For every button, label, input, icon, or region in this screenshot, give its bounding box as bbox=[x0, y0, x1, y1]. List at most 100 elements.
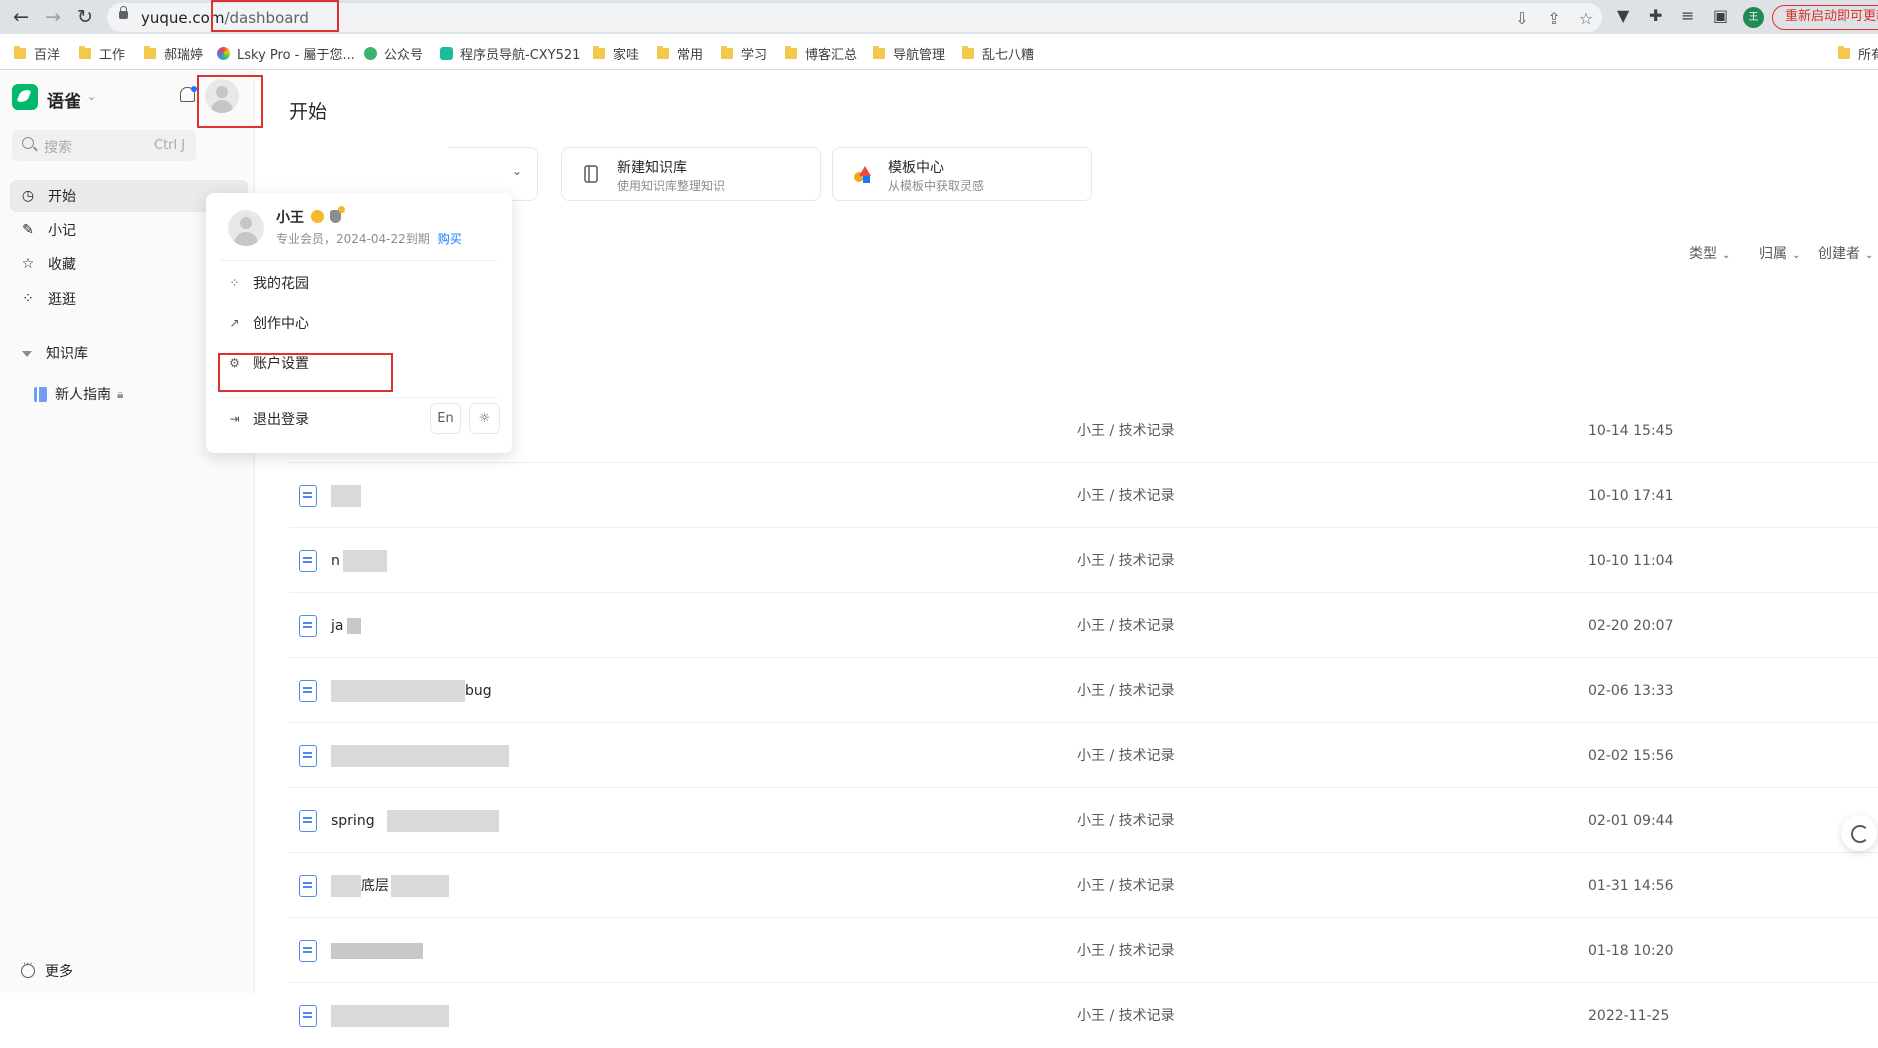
blurred-title bbox=[343, 550, 387, 572]
sidebar-item-label: 开始 bbox=[48, 189, 76, 205]
bookmark-item[interactable]: 导航管理 bbox=[873, 44, 945, 63]
row-title[interactable]: spring bbox=[331, 810, 499, 832]
share-icon[interactable]: ⇪ bbox=[1545, 9, 1563, 28]
forward-arrow-icon[interactable]: → bbox=[42, 6, 64, 28]
row-knowledge-base[interactable]: 小王 / 技术记录 bbox=[1077, 680, 1175, 702]
table-row[interactable]: 小王 / 技术记录 01-18 10:20 bbox=[289, 918, 1878, 983]
menu-item-my-garden[interactable]: ⁘ 我的花园 bbox=[228, 273, 309, 293]
table-row[interactable]: 底层 小王 / 技术记录 01-31 14:56 bbox=[289, 853, 1878, 918]
row-time: 2022-11-25 bbox=[1588, 1008, 1670, 1024]
row-knowledge-base[interactable]: 小王 / 技术记录 bbox=[1077, 810, 1175, 832]
row-knowledge-base[interactable]: 小王 / 技术记录 bbox=[1077, 485, 1175, 507]
chevron-down-icon[interactable]: ⌄ bbox=[512, 164, 522, 178]
row-knowledge-base[interactable]: 小王 / 技术记录 bbox=[1077, 615, 1175, 637]
chevron-down-icon[interactable]: ⌄ bbox=[87, 90, 96, 103]
logout-button[interactable]: ⇥ 退出登录 bbox=[228, 409, 309, 429]
bookmark-item[interactable]: 常用 bbox=[657, 44, 703, 63]
yuque-logo-icon[interactable] bbox=[12, 84, 38, 110]
badge-dot bbox=[338, 206, 345, 213]
filter-creator[interactable]: 创建者 ⌄ bbox=[1818, 243, 1873, 263]
row-knowledge-base[interactable]: 小王 / 技术记录 bbox=[1077, 1005, 1175, 1027]
kb-item-newbie-guide[interactable]: 新人指南 🔒︎ bbox=[34, 384, 123, 404]
row-time: 02-02 15:56 bbox=[1588, 748, 1674, 764]
row-time: 02-06 13:33 bbox=[1588, 683, 1674, 699]
menu-item-creation-center[interactable]: ↗ 创作中心 bbox=[228, 313, 309, 333]
sidebar-item-label: 逛逛 bbox=[48, 292, 76, 308]
search-input[interactable]: 搜索 Ctrl J bbox=[12, 130, 196, 161]
sidepanel-icon[interactable]: ▣ bbox=[1713, 6, 1728, 25]
new-kb-card[interactable]: 新建知识库 使用知识库整理知识 bbox=[561, 147, 821, 201]
table-row[interactable]: spring 小王 / 技术记录 02-01 09:44 bbox=[289, 788, 1878, 853]
table-row[interactable]: 小王 / 技术记录 10-14 15:45 bbox=[289, 398, 1878, 463]
row-title[interactable]: 底层 bbox=[331, 875, 449, 897]
profile-avatar[interactable]: 王 bbox=[1743, 7, 1764, 28]
bookmark-item[interactable]: 学习 bbox=[721, 44, 767, 63]
reload-icon[interactable]: ↻ bbox=[74, 6, 96, 28]
table-row[interactable]: ja 小王 / 技术记录 02-20 20:07 bbox=[289, 593, 1878, 658]
document-icon bbox=[299, 875, 317, 897]
bookmark-item[interactable]: 博客汇总 bbox=[785, 44, 857, 63]
folder-icon bbox=[1838, 46, 1850, 59]
bookmark-item[interactable]: 工作 bbox=[79, 44, 125, 63]
pinwheel-icon bbox=[217, 47, 230, 60]
filter-type[interactable]: 类型 ⌄ bbox=[1689, 243, 1730, 263]
row-title[interactable]: ja bbox=[331, 615, 361, 637]
blurred-title bbox=[331, 745, 509, 767]
buy-link[interactable]: 购买 bbox=[438, 232, 462, 246]
row-time: 10-10 17:41 bbox=[1588, 488, 1674, 504]
row-knowledge-base[interactable]: 小王 / 技术记录 bbox=[1077, 420, 1175, 442]
install-icon[interactable]: ⇩ bbox=[1513, 9, 1531, 28]
folder-icon bbox=[657, 46, 669, 59]
highlight-box-avatar bbox=[197, 75, 263, 128]
sidebar-item-label: 收藏 bbox=[48, 257, 76, 273]
star-icon: ☆ bbox=[21, 256, 35, 272]
c-site-icon bbox=[440, 47, 453, 60]
language-toggle[interactable]: En bbox=[430, 403, 461, 434]
table-row[interactable]: 小王 / 技术记录 02-02 15:56 bbox=[289, 723, 1878, 788]
bookmark-item[interactable]: 所有 bbox=[1838, 44, 1878, 63]
divider bbox=[220, 260, 498, 261]
restart-update-button[interactable]: 重新启动即可更新 bbox=[1772, 5, 1878, 30]
help-chat-button[interactable] bbox=[1841, 815, 1877, 851]
user-name[interactable]: 小王 bbox=[276, 207, 304, 227]
reading-list-icon[interactable]: ≡ bbox=[1681, 6, 1694, 25]
app-name[interactable]: 语雀 bbox=[47, 87, 81, 112]
browser-toolbar: ← → ↻ yuque.com/dashboard ⇩ ⇪ ☆ ▼ ✚ ≡ ▣ … bbox=[0, 0, 1878, 34]
knowledge-base-section[interactable]: 知识库 bbox=[22, 343, 88, 363]
more-button[interactable]: 更多 bbox=[21, 959, 73, 981]
back-arrow-icon[interactable]: ← bbox=[10, 6, 32, 28]
filter-owner[interactable]: 归属 ⌄ bbox=[1759, 243, 1800, 263]
table-row[interactable]: bug 小王 / 技术记录 02-06 13:33 bbox=[289, 658, 1878, 723]
table-row[interactable]: n 小王 / 技术记录 10-10 11:04 bbox=[289, 528, 1878, 593]
lock-icon bbox=[119, 6, 128, 19]
clock-icon: ◷ bbox=[21, 188, 35, 204]
bookmark-item[interactable]: 程序员导航-CXY521 bbox=[440, 44, 580, 63]
blurred-title bbox=[347, 618, 361, 634]
grid-icon: ⁘ bbox=[22, 291, 34, 307]
caret-down-icon bbox=[22, 351, 32, 357]
bookmark-item[interactable]: 郝瑞婷 bbox=[144, 44, 203, 63]
extension-v-icon[interactable]: ▼ bbox=[1617, 6, 1629, 25]
row-knowledge-base[interactable]: 小王 / 技术记录 bbox=[1077, 745, 1175, 767]
bookmark-item[interactable]: 家哇 bbox=[593, 44, 639, 63]
bookmark-item[interactable]: 乱七八糟 bbox=[962, 44, 1034, 63]
blurred-title bbox=[331, 875, 361, 897]
sun-icon[interactable]: ☼ bbox=[469, 403, 500, 434]
bookmark-item[interactable]: 公众号 bbox=[364, 44, 423, 63]
page-title: 开始 bbox=[289, 101, 328, 123]
row-knowledge-base[interactable]: 小王 / 技术记录 bbox=[1077, 940, 1175, 962]
table-row[interactable]: 小王 / 技术记录 10-10 17:41 bbox=[289, 463, 1878, 528]
garden-icon: ⁘ bbox=[229, 276, 240, 290]
row-knowledge-base[interactable]: 小王 / 技术记录 bbox=[1077, 875, 1175, 897]
bookmark-star-icon[interactable]: ☆ bbox=[1577, 9, 1595, 28]
template-center-card[interactable]: 模板中心 从模板中获取灵感 bbox=[832, 147, 1092, 201]
puzzle-icon[interactable]: ✚ bbox=[1649, 6, 1662, 25]
folder-icon bbox=[721, 46, 733, 59]
avatar[interactable] bbox=[228, 210, 264, 246]
row-title[interactable]: bug bbox=[331, 680, 492, 702]
bookmark-item[interactable]: Lsky Pro - 屬于您... bbox=[217, 44, 355, 63]
book-icon bbox=[34, 386, 47, 402]
row-title[interactable]: n bbox=[331, 550, 387, 572]
bookmark-item[interactable]: 百洋 bbox=[14, 44, 60, 63]
row-knowledge-base[interactable]: 小王 / 技术记录 bbox=[1077, 550, 1175, 572]
